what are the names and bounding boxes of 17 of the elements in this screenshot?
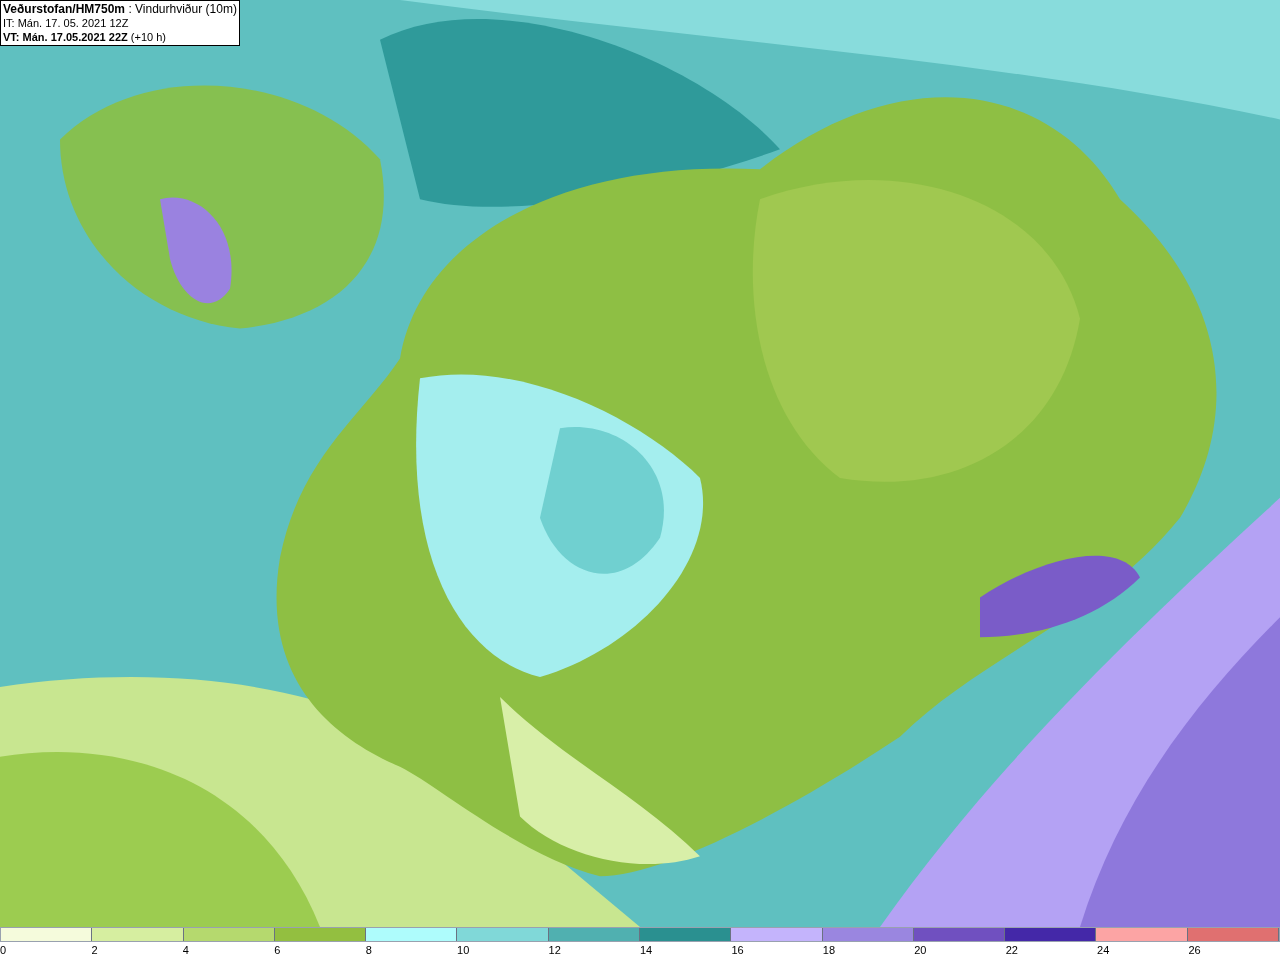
header-line: Veðurstofan/HM750m : Vindurhviður (10m)	[3, 2, 237, 16]
scale-label: 12	[548, 943, 561, 958]
scale-label: 8	[365, 943, 372, 958]
header-line: VT: Mán. 17.05.2021 22Z (+10 h)	[3, 30, 167, 44]
scale-label: 20	[914, 943, 927, 958]
scale-label: 26	[1188, 943, 1201, 958]
scale-label: 2	[91, 943, 98, 958]
scale-label: 0	[0, 943, 7, 958]
scale-label: 16	[731, 943, 744, 958]
scale-label: 22	[1005, 943, 1018, 958]
scale-label: 18	[822, 943, 836, 958]
scale-label: 6	[274, 943, 281, 958]
scale-label: 24	[1097, 943, 1110, 958]
scale-label: 14	[639, 943, 653, 958]
scale-label: 4	[182, 943, 189, 958]
scale-label: 10	[457, 943, 470, 958]
header-line: IT: Mán. 17. 05. 2021 12Z	[3, 16, 130, 30]
